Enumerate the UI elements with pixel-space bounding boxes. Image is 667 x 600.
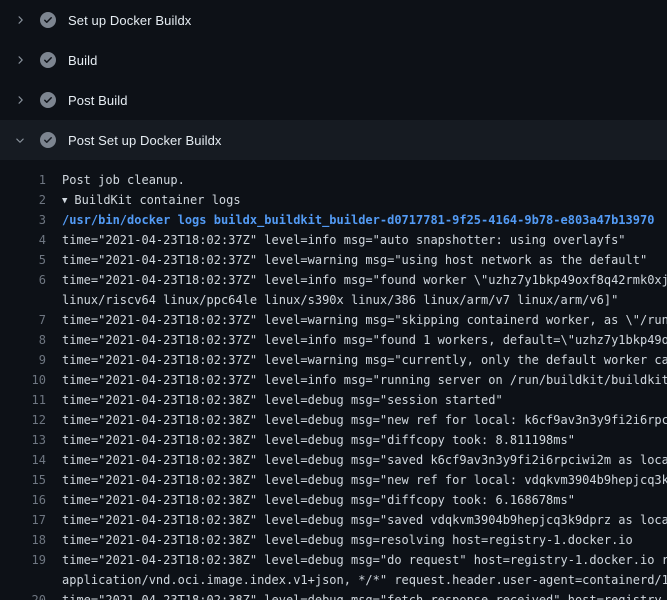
log-line: 19 time="2021-04-23T18:02:38Z" level=debu… xyxy=(0,550,667,570)
log-line: 18 time="2021-04-23T18:02:38Z" level=debu… xyxy=(0,530,667,550)
step-label: Post Set up Docker Buildx xyxy=(68,133,222,148)
log-line-text: Post job cleanup. xyxy=(62,170,667,190)
log-line-text: time="2021-04-23T18:02:38Z" level=debug … xyxy=(62,590,667,600)
log-line-text: time="2021-04-23T18:02:37Z" level=warnin… xyxy=(62,250,667,270)
check-circle-icon xyxy=(40,52,56,68)
log-line-number[interactable]: 15 xyxy=(0,470,46,490)
log-viewer: 1 Post job cleanup. 2 ▼BuildKit container l… xyxy=(0,160,667,600)
log-line: 15 time="2021-04-23T18:02:38Z" level=debu… xyxy=(0,470,667,490)
log-line: 13 time="2021-04-23T18:02:38Z" level=debu… xyxy=(0,430,667,450)
log-line-number[interactable]: 7 xyxy=(0,310,46,330)
log-line: 20 time="2021-04-23T18:02:38Z" level=debu… xyxy=(0,590,667,600)
log-line-text: application/vnd.oci.image.index.v1+json,… xyxy=(62,570,667,590)
log-line: 17 time="2021-04-23T18:02:38Z" level=debu… xyxy=(0,510,667,530)
log-line-text: time="2021-04-23T18:02:38Z" level=debug … xyxy=(62,490,667,510)
check-circle-icon xyxy=(40,132,56,148)
log-line: 16 time="2021-04-23T18:02:38Z" level=debu… xyxy=(0,490,667,510)
log-line-number[interactable]: 9 xyxy=(0,350,46,370)
log-line-text: ▼BuildKit container logs xyxy=(62,190,667,210)
log-line-text: time="2021-04-23T18:02:37Z" level=info m… xyxy=(62,370,667,390)
log-line: 9 time="2021-04-23T18:02:37Z" level=warni… xyxy=(0,350,667,370)
log-line: 3/usr/bin/docker logs buildx_buildkit_bu… xyxy=(0,210,667,230)
log-lines: 1 Post job cleanup. 2 ▼BuildKit container l… xyxy=(0,170,667,600)
log-line-number[interactable]: 6 xyxy=(0,270,46,290)
log-line-number[interactable]: 18 xyxy=(0,530,46,550)
log-line: 12 time="2021-04-23T18:02:38Z" level=debu… xyxy=(0,410,667,430)
log-line: 2 ▼BuildKit container logs xyxy=(0,190,667,210)
log-group-toggle-icon[interactable]: ▼ xyxy=(62,191,67,210)
log-line: application/vnd.oci.image.index.v1+json,… xyxy=(0,570,667,590)
log-line-text: time="2021-04-23T18:02:38Z" level=debug … xyxy=(62,530,667,550)
log-line-number[interactable]: 2 xyxy=(0,190,46,210)
log-line-number[interactable]: 16 xyxy=(0,490,46,510)
log-line-text: time="2021-04-23T18:02:37Z" level=warnin… xyxy=(62,350,667,370)
step-build[interactable]: Build xyxy=(0,40,667,80)
log-line-number[interactable]: 11 xyxy=(0,390,46,410)
step-post-set-up-docker-buildx[interactable]: Post Set up Docker Buildx xyxy=(0,120,667,160)
log-line-text: time="2021-04-23T18:02:37Z" level=info m… xyxy=(62,270,667,290)
log-line: 8 time="2021-04-23T18:02:37Z" level=info … xyxy=(0,330,667,350)
chevron-right-icon xyxy=(12,92,28,108)
log-line: 14 time="2021-04-23T18:02:38Z" level=debu… xyxy=(0,450,667,470)
log-line-number[interactable]: 1 xyxy=(0,170,46,190)
step-label: Set up Docker Buildx xyxy=(68,13,191,28)
log-line-number[interactable]: 19 xyxy=(0,550,46,570)
log-line-text: time="2021-04-23T18:02:38Z" level=debug … xyxy=(62,470,667,490)
log-line: 4 time="2021-04-23T18:02:37Z" level=info … xyxy=(0,230,667,250)
check-circle-icon xyxy=(40,12,56,28)
log-line-number[interactable]: 10 xyxy=(0,370,46,390)
chevron-down-icon xyxy=(12,132,28,148)
log-line: 1 Post job cleanup. xyxy=(0,170,667,190)
step-set-up-docker-buildx[interactable]: Set up Docker Buildx xyxy=(0,0,667,40)
steps-list: Set up Docker Buildx Build Post Build Po… xyxy=(0,0,667,160)
step-label: Build xyxy=(68,53,97,68)
log-line-text: time="2021-04-23T18:02:38Z" level=debug … xyxy=(62,390,667,410)
log-line-number[interactable]: 8 xyxy=(0,330,46,350)
log-line-number[interactable]: 4 xyxy=(0,230,46,250)
log-line-number[interactable]: 3 xyxy=(0,210,46,230)
check-circle-icon xyxy=(40,92,56,108)
log-line-text: time="2021-04-23T18:02:37Z" level=info m… xyxy=(62,330,667,350)
log-line-number[interactable]: 14 xyxy=(0,450,46,470)
step-label: Post Build xyxy=(68,93,128,108)
log-line-text: linux/riscv64 linux/ppc64le linux/s390x … xyxy=(62,290,667,310)
log-line: 11 time="2021-04-23T18:02:38Z" level=debu… xyxy=(0,390,667,410)
log-line-number[interactable]: 13 xyxy=(0,430,46,450)
log-line-text: time="2021-04-23T18:02:38Z" level=debug … xyxy=(62,430,667,450)
log-line-number[interactable]: 12 xyxy=(0,410,46,430)
log-line-number[interactable]: 5 xyxy=(0,250,46,270)
log-line: 5 time="2021-04-23T18:02:37Z" level=warni… xyxy=(0,250,667,270)
chevron-right-icon xyxy=(12,52,28,68)
log-line-number xyxy=(0,290,46,310)
log-line-text: time="2021-04-23T18:02:38Z" level=debug … xyxy=(62,450,667,470)
log-line: 10 time="2021-04-23T18:02:37Z" level=info… xyxy=(0,370,667,390)
chevron-right-icon xyxy=(12,12,28,28)
log-line-number xyxy=(0,570,46,590)
log-line: linux/riscv64 linux/ppc64le linux/s390x … xyxy=(0,290,667,310)
log-line-text: time="2021-04-23T18:02:38Z" level=debug … xyxy=(62,410,667,430)
log-line-number[interactable]: 20 xyxy=(0,590,46,600)
log-line-text: time="2021-04-23T18:02:38Z" level=debug … xyxy=(62,550,667,570)
log-command-text: /usr/bin/docker logs buildx_buildkit_bui… xyxy=(62,210,667,230)
step-post-build[interactable]: Post Build xyxy=(0,80,667,120)
log-line-text: time="2021-04-23T18:02:37Z" level=warnin… xyxy=(62,310,667,330)
log-line-number[interactable]: 17 xyxy=(0,510,46,530)
log-line-text: time="2021-04-23T18:02:38Z" level=debug … xyxy=(62,510,667,530)
log-line: 6 time="2021-04-23T18:02:37Z" level=info … xyxy=(0,270,667,290)
log-line-text: time="2021-04-23T18:02:37Z" level=info m… xyxy=(62,230,667,250)
log-line: 7 time="2021-04-23T18:02:37Z" level=warni… xyxy=(0,310,667,330)
